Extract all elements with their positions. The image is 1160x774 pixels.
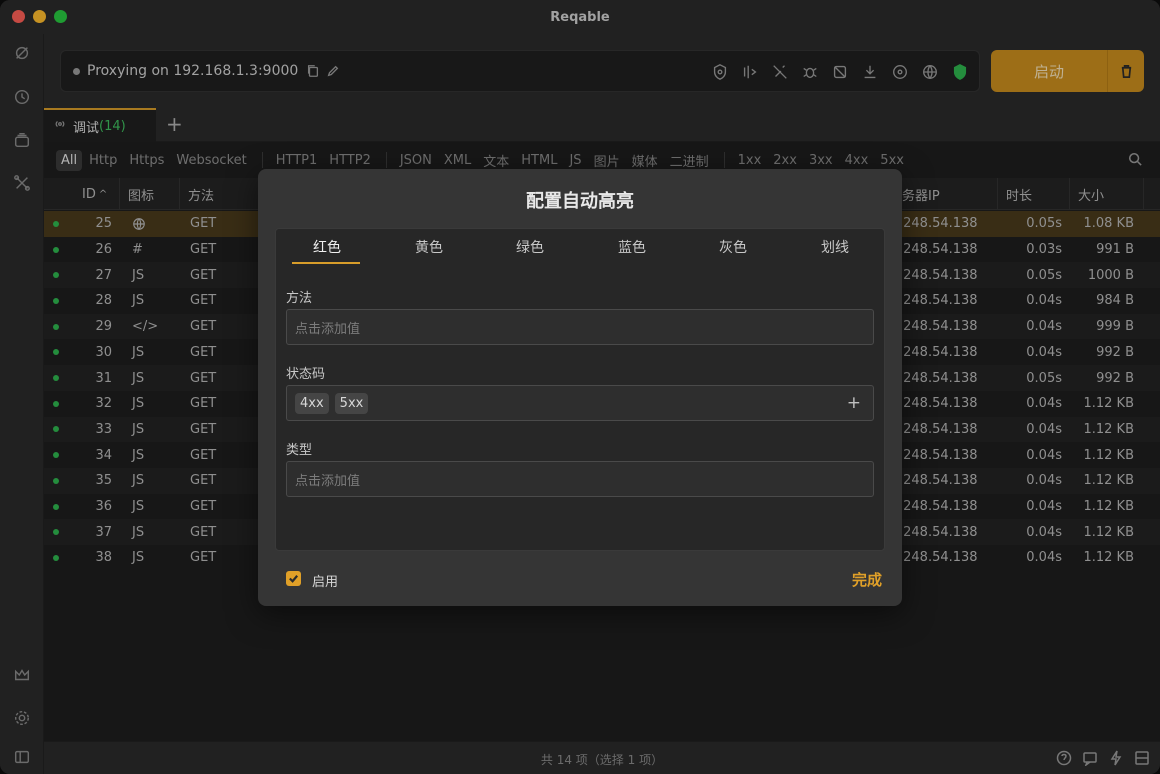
- color-tab[interactable]: 红色: [292, 237, 362, 257]
- method-placeholder: 点击添加值: [295, 321, 361, 337]
- status-code-label: 状态码: [286, 367, 326, 382]
- add-status-code-button[interactable]: +: [847, 393, 861, 413]
- done-button[interactable]: 完成: [852, 569, 882, 590]
- type-input[interactable]: 点击添加值: [286, 461, 874, 497]
- color-tabs: 红色 黄色 绿色 蓝色 灰色 划线: [276, 229, 886, 265]
- checkmark-icon: [289, 575, 299, 583]
- auto-highlight-dialog: 配置自动高亮 红色 黄色 绿色 蓝色 灰色 划线 方法 点击添加值 状态码 4xx 5xx +…: [258, 169, 902, 606]
- type-label: 类型: [286, 443, 313, 458]
- status-code-chip[interactable]: 5xx: [334, 392, 369, 414]
- dialog-footer: 启用 完成: [258, 564, 902, 594]
- color-tab[interactable]: 划线: [800, 237, 870, 257]
- enable-label: 启用: [312, 575, 339, 590]
- dialog-title: 配置自动高亮: [526, 191, 634, 212]
- active-tab-indicator: [292, 262, 360, 264]
- method-input[interactable]: 点击添加值: [286, 309, 874, 345]
- type-placeholder: 点击添加值: [295, 473, 361, 489]
- color-tab[interactable]: 灰色: [698, 237, 768, 257]
- color-tab[interactable]: 蓝色: [597, 237, 667, 257]
- enable-checkbox[interactable]: [286, 571, 301, 586]
- highlight-config-panel: 红色 黄色 绿色 蓝色 灰色 划线 方法 点击添加值 状态码 4xx 5xx + 类型 点击添…: [275, 228, 885, 551]
- method-label: 方法: [286, 291, 313, 306]
- status-code-input[interactable]: 4xx 5xx +: [286, 385, 874, 421]
- color-tab[interactable]: 绿色: [495, 237, 565, 257]
- status-code-chip[interactable]: 4xx: [295, 392, 329, 414]
- app-window: Reqable Proxying on 192.168.1.3:9000 启动 …: [0, 0, 1160, 774]
- color-tab[interactable]: 黄色: [394, 237, 464, 257]
